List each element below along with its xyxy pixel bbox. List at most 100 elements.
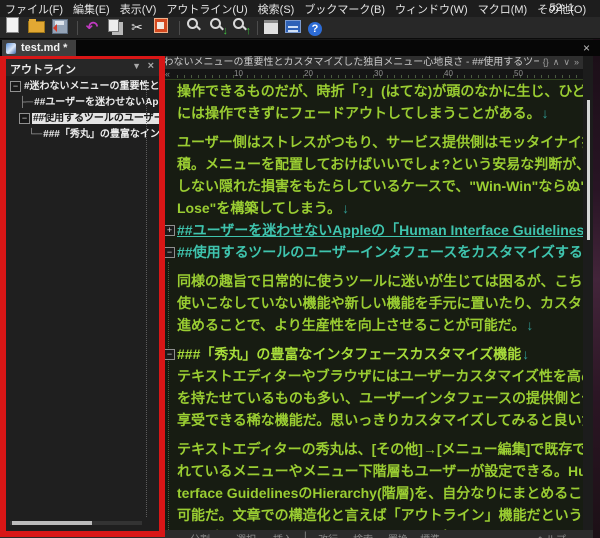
ruler-number-40: 40 — [444, 69, 453, 78]
line-text: 積。メニューを配置しておけばいいでしょ?という安易な判断が、表面化 — [177, 156, 583, 172]
toolbar: ↶ ✂ ↓ ↑? — [0, 17, 600, 39]
search-prev-icon[interactable]: ↑ — [232, 17, 248, 33]
menu-item-5[interactable]: 検索(S) — [258, 1, 295, 17]
tab-bar: test.md * × — [0, 40, 600, 56]
search-icon[interactable] — [186, 17, 202, 33]
split-window-icon[interactable] — [285, 20, 301, 33]
menu-item-2[interactable]: 編集(E) — [73, 1, 110, 17]
editor-line[interactable] — [163, 431, 583, 438]
fold-collapse-icon[interactable]: − — [164, 247, 175, 258]
editor-line[interactable]: テキストエディターやブラウザにはユーザーカスタマイズ性を高める機能 — [163, 365, 583, 387]
close-icon[interactable]: × — [583, 40, 590, 56]
line-text: 享受できる稀な機能だ。思いっきりカスタマイズしてみると良いだろう。 — [177, 412, 583, 428]
toolbar-separator — [179, 21, 180, 35]
status-fragment-5: 改行 — [318, 531, 338, 538]
line-text: Lose"を構築してしまう。 — [177, 200, 341, 216]
save-icon[interactable] — [52, 19, 68, 34]
menu-item-6[interactable]: ブックマーク(B) — [304, 1, 385, 17]
text-area[interactable]: 操作できるものだが、時折「?」(はてな)が頭のなかに生じ、ひどい場合には操作でき… — [163, 80, 583, 530]
line-text: ユーザー側はストレスがつもり、サービス提供側はモッタイナイ損失を蓄 — [177, 134, 583, 150]
collapse-box-icon[interactable]: − — [10, 81, 21, 92]
panel-collapse-icon[interactable]: ▼ — [132, 61, 141, 71]
outline-scrollbar-thumb[interactable] — [12, 521, 92, 525]
outline-panel-header[interactable]: アウトライン ▼ × — [6, 59, 159, 76]
editor-line[interactable]: しない隠れた損害をもたらしているケースで、"Win-Win"ならぬ"Lose- — [163, 175, 583, 197]
editor-line[interactable]: を持たせているものも多い、ユーザーインタフェースの提供側と使用側を — [163, 387, 583, 409]
fold-mark-icon[interactable]: {} — [543, 57, 549, 67]
copy-icon[interactable] — [108, 19, 119, 32]
search-next-icon[interactable]: ↓ — [209, 17, 225, 33]
line-text: ##ユーザーを迷わせないAppleの「Human Interface Guide… — [177, 222, 583, 238]
ruler-number-10: 10 — [234, 69, 243, 78]
overflow-icon[interactable]: » — [574, 57, 579, 67]
editor-line[interactable]: +##ユーザーを迷わせないAppleの「Human Interface Guid… — [163, 219, 583, 241]
menu-bar: ファイル(F) 編集(E) 表示(V) アウトライン(U) 検索(S) ブックマーク(B)… — [0, 0, 600, 17]
editor-line[interactable]: れているメニューやメニュー下階層もユーザーが設定できる。Human In — [163, 460, 583, 482]
status-fragment-8: 標準 — [420, 531, 440, 538]
cut-icon[interactable]: ✂ — [129, 19, 145, 35]
menu-item-7[interactable]: ウィンドウ(W) — [395, 1, 468, 17]
fold-expand-icon[interactable]: + — [164, 225, 175, 236]
editor-line[interactable]: 積。メニューを配置しておけばいいでしょ?という安易な判断が、表面化 — [163, 153, 583, 175]
editor-line[interactable]: 使いこなしていない機能や新しい機能を手元に置いたり、カスタマイズを — [163, 292, 583, 314]
heading-breadcrumb-bar[interactable]: #迷わないメニューの重要性とカスタマイズした独自メニュー心地良さ - ##使用す… — [148, 56, 583, 69]
vertical-scrollbar-thumb[interactable] — [587, 100, 590, 240]
editor-line[interactable]: 同様の趣旨で日常的に使うツールに迷いが生じては困るが、こちらの方は — [163, 270, 583, 292]
editor-line[interactable] — [163, 124, 583, 131]
outline-item-1[interactable]: −#迷わないメニューの重要性とカスタマイ — [6, 79, 159, 95]
status-fragment-1: 分割 — [190, 531, 210, 538]
outline-item-2[interactable]: ├─##ユーザーを迷わせないAppleの「H — [6, 95, 159, 111]
next-heading-icon[interactable]: ∨ — [563, 57, 570, 67]
editor-line[interactable]: −###「秀丸」の豊富なインタフェースカスタマイズ機能↓ — [163, 343, 583, 365]
undo-icon[interactable]: ↶ — [84, 20, 100, 36]
outline-item-4[interactable]: └─###「秀丸」の豊富なインタフェー — [6, 127, 159, 143]
outline-scrollbar-vertical[interactable] — [146, 83, 147, 517]
editor-line[interactable] — [163, 336, 583, 343]
new-file-icon[interactable] — [6, 17, 19, 33]
search-prev-icon-arrow: ↑ — [246, 25, 252, 37]
status-fragment-4: | — [304, 531, 307, 538]
editor-line[interactable]: terface GuidelinesのHierarchy(階層)を、自分なりにま… — [163, 482, 583, 504]
status-fragment-6: 検索 — [353, 531, 373, 538]
breadcrumb-text: #迷わないメニューの重要性とカスタマイズした独自メニュー心地良さ - ##使用す… — [148, 57, 583, 68]
panel-close-icon[interactable]: × — [148, 60, 154, 72]
menu-item-8[interactable]: マクロ(M) — [478, 1, 528, 17]
line-text: 使いこなしていない機能や新しい機能を手元に置いたり、カスタマイズを — [177, 295, 583, 311]
window-icon[interactable] — [264, 20, 278, 34]
line-text: 同様の趣旨で日常的に使うツールに迷いが生じては困るが、こちらの方は — [177, 273, 583, 289]
menu-item-4[interactable]: アウトライン(U) — [166, 1, 247, 17]
hidemaru-editor-window: ファイル(F) 編集(E) 表示(V) アウトライン(U) 検索(S) ブックマーク(B)… — [0, 0, 600, 538]
editor-line[interactable] — [163, 263, 583, 270]
editor-line[interactable]: には操作できずにフェードアウトしてしまうことがある。↓ — [163, 102, 583, 124]
outline-panel: アウトライン ▼ × −#迷わないメニューの重要性とカスタマイ├─##ユーザーを… — [0, 53, 165, 537]
paste-icon[interactable] — [154, 18, 168, 33]
editor-line[interactable]: 進めることで、より生産性を向上させることが可能だ。↓ — [163, 314, 583, 336]
line-text: 操作できるものだが、時折「?」(はてな)が頭のなかに生じ、ひどい場合 — [177, 83, 583, 99]
outline-scrollbar-horizontal[interactable] — [10, 521, 142, 525]
outline-item-3[interactable]: −##使用するツールのユーザーインタフ — [6, 111, 159, 127]
hidemaru-file-icon — [6, 43, 16, 54]
editor-line[interactable]: 操作できるものだが、時折「?」(はてな)が頭のなかに生じ、ひどい場合 — [163, 80, 583, 102]
menu-item-3[interactable]: 表示(V) — [120, 1, 157, 17]
menu-item-1[interactable]: ファイル(F) — [5, 1, 63, 17]
ruler-number-30: 30 — [374, 69, 383, 78]
ruler-number-50: 50 — [514, 69, 523, 78]
editor-line[interactable]: ユーザー側はストレスがつもり、サービス提供側はモッタイナイ損失を蓄 — [163, 131, 583, 153]
line-text: れているメニューやメニュー下階層もユーザーが設定できる。Human In — [177, 463, 583, 479]
editor-line[interactable]: Lose"を構築してしまう。↓ — [163, 197, 583, 219]
outline-item-label: ##ユーザーを迷わせないAppleの「H — [33, 97, 159, 108]
outline-item-label: ###「秀丸」の豊富なインタフェー — [42, 129, 159, 140]
editor-line[interactable]: 享受できる稀な機能だ。思いっきりカスタマイズしてみると良いだろう。↓ — [163, 409, 583, 431]
fold-collapse-icon[interactable]: − — [164, 349, 175, 360]
tab-test-md[interactable]: test.md * — [2, 40, 76, 56]
collapse-box-icon[interactable]: − — [19, 113, 30, 124]
editor-line[interactable]: −##使用するツールのユーザーインタフェースをカスタマイズする↓ — [163, 241, 583, 263]
prev-heading-icon[interactable]: ∧ — [553, 57, 560, 67]
line-break-mark: ↓ — [522, 346, 529, 362]
line-break-mark: ↓ — [342, 200, 349, 216]
editor-line[interactable]: テキストエディターの秀丸は、[その他]→[メニュー編集]で既存で表示さ — [163, 438, 583, 460]
line-text: には操作できずにフェードアウトしてしまうことがある。 — [177, 105, 541, 121]
editor-line[interactable]: 可能だ。文章での構造化と言えば「アウトライン」機能だということで、 — [163, 504, 583, 526]
open-folder-icon[interactable] — [28, 21, 45, 33]
help-icon[interactable]: ? — [308, 22, 322, 36]
